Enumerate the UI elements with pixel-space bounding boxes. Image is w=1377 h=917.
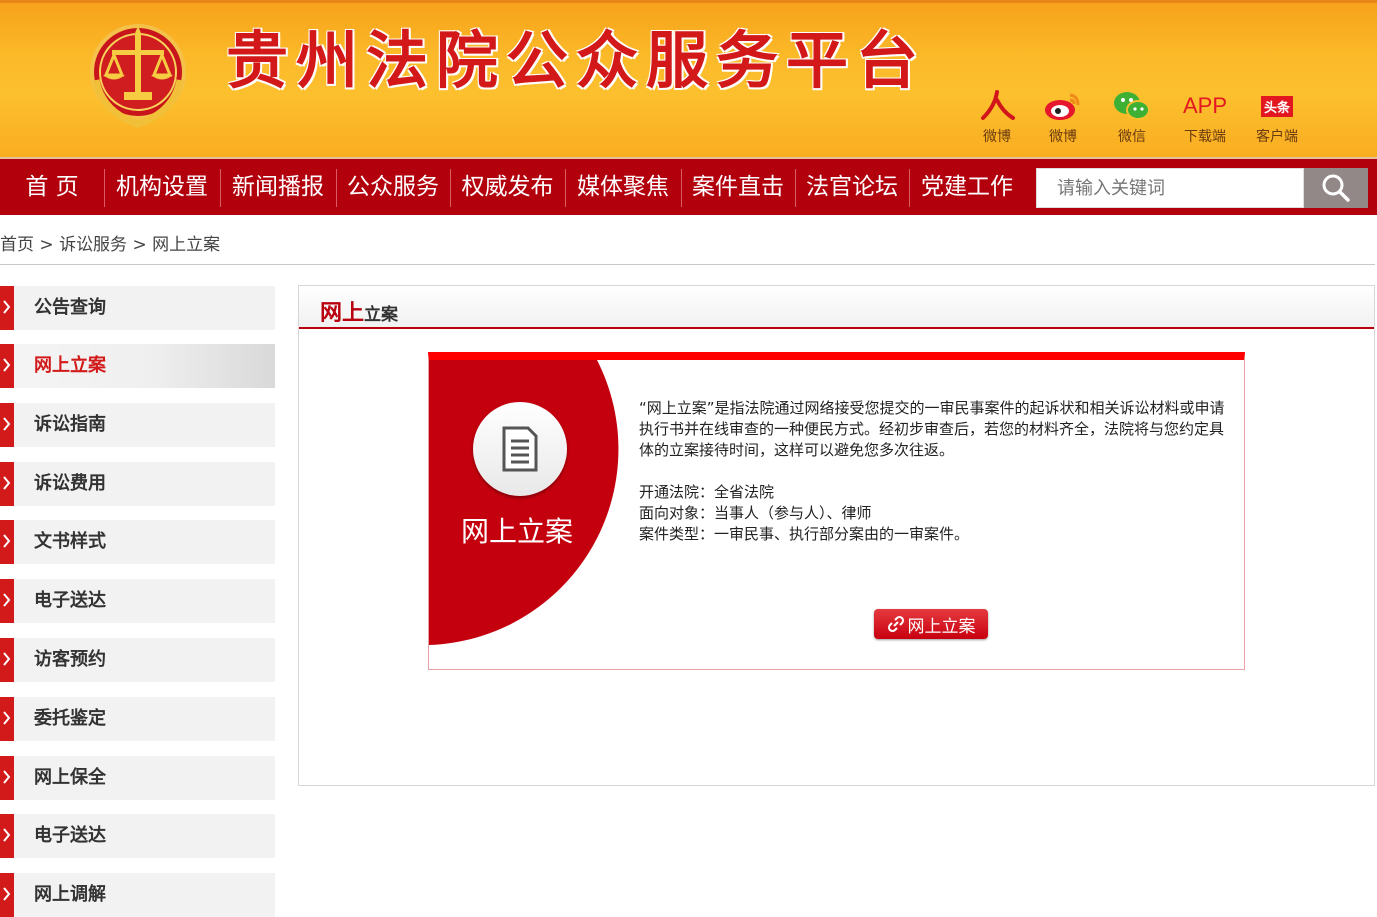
card-description: “网上立案”是指法院通过网络接受您提交的一审民事案件的起诉状和相关诉讼材料或申请…	[639, 398, 1229, 545]
panel-title: 网上立案	[320, 295, 398, 327]
card-audience: 面向对象：当事人（参与人）、律师	[639, 504, 872, 522]
nav-item-news[interactable]: 新闻播报	[221, 159, 335, 215]
card-intro: “网上立案”是指法院通过网络接受您提交的一审民事案件的起诉状和相关诉讼材料或申请…	[639, 399, 1225, 459]
chevron-right-icon	[3, 417, 11, 431]
renmin-weibo-link[interactable]: 微博	[977, 88, 1017, 146]
chevron-right-icon	[3, 887, 11, 901]
chevron-right-icon	[3, 358, 11, 372]
sidebar-item-announcements[interactable]: 公告查询	[0, 286, 275, 330]
card-label: 网上立案	[461, 515, 574, 548]
search-input[interactable]	[1037, 169, 1303, 207]
sidebar-item-online-mediation[interactable]: 网上调解	[0, 873, 275, 917]
chevron-right-icon	[3, 593, 11, 607]
renmin-weibo-icon	[977, 88, 1017, 124]
panel-header: 网上立案	[299, 286, 1374, 329]
app-icon: APP	[1183, 88, 1227, 124]
toutiao-link[interactable]: 头条 客户端	[1256, 88, 1298, 146]
chevron-right-icon	[3, 652, 11, 666]
header-top-line	[0, 0, 1377, 3]
nav-item-media[interactable]: 媒体聚焦	[566, 159, 680, 215]
renmin-weibo-label: 微博	[983, 129, 1011, 145]
search-box	[1036, 168, 1304, 208]
toutiao-icon-text: 头条	[1260, 95, 1293, 117]
breadcrumb: 首页 > 诉讼服务 > 网上立案	[0, 230, 220, 255]
sidebar-item-label: 公告查询	[34, 297, 106, 318]
wechat-icon	[1112, 88, 1152, 124]
sidebar-item-label: 文书样式	[34, 531, 106, 552]
nav-item-cases[interactable]: 案件直击	[682, 159, 794, 215]
site-header: 贵州法院公众服务平台 微博 微博 微信 APP 下载端 头条 客户端	[0, 0, 1377, 157]
search-icon	[1322, 174, 1350, 202]
app-download-label: 下载端	[1184, 129, 1227, 145]
sidebar-item-document-templates[interactable]: 文书样式	[0, 520, 275, 564]
main-nav: 首 页 机构设置 新闻播报 公众服务 权威发布 媒体聚焦 案件直击 法官论坛 党…	[0, 157, 1377, 215]
court-emblem-icon	[88, 20, 188, 132]
sidebar-item-entrusted-appraisal[interactable]: 委托鉴定	[0, 697, 275, 741]
sidebar-item-label: 访客预约	[34, 649, 106, 670]
sidebar-item-label: 诉讼费用	[34, 473, 106, 494]
breadcrumb-home[interactable]: 首页	[0, 235, 34, 255]
chevron-right-icon	[3, 476, 11, 490]
nav-item-party[interactable]: 党建工作	[910, 159, 1024, 215]
nav-item-forum[interactable]: 法官论坛	[796, 159, 908, 215]
toutiao-icon: 头条	[1260, 88, 1293, 124]
sidebar-item-label: 网上立案	[34, 355, 106, 376]
sidebar-item-label: 诉讼指南	[34, 414, 106, 435]
sina-weibo-icon	[1043, 88, 1083, 124]
sidebar-item-litigation-fees[interactable]: 诉讼费用	[0, 462, 275, 506]
sidebar-item-label: 电子送达	[34, 590, 106, 611]
online-filing-button-label: 网上立案	[907, 616, 976, 637]
app-download-link[interactable]: APP 下载端	[1183, 88, 1227, 146]
sidebar-item-label: 网上保全	[34, 767, 106, 788]
sidebar-item-visitor-appointment[interactable]: 访客预约	[0, 638, 275, 682]
wechat-label: 微信	[1118, 129, 1146, 145]
card-case-types: 案件类型：一审民事、执行部分案由的一审案件。	[639, 525, 970, 543]
sidebar-item-electronic-service[interactable]: 电子送达	[0, 579, 275, 623]
online-filing-button[interactable]: 网上立案	[874, 609, 988, 639]
chevron-right-icon	[3, 711, 11, 725]
app-icon-text: APP	[1183, 93, 1228, 118]
sidebar-item-online-filing[interactable]: 网上立案	[0, 344, 275, 388]
panel-title-major: 网上	[320, 301, 365, 326]
search-button[interactable]	[1304, 168, 1368, 208]
chevron-right-icon	[3, 300, 11, 314]
sidebar-item-label: 委托鉴定	[34, 708, 106, 729]
nav-item-releases[interactable]: 权威发布	[451, 159, 564, 215]
sidebar-item-online-preservation[interactable]: 网上保全	[0, 756, 275, 800]
link-icon	[887, 615, 904, 633]
panel-title-minor: 立案	[364, 305, 399, 325]
nav-item-home[interactable]: 首 页	[0, 159, 104, 215]
sidebar-item-litigation-guide[interactable]: 诉讼指南	[0, 403, 275, 447]
breadcrumb-separator: >	[39, 235, 54, 255]
breadcrumb-current: 网上立案	[152, 235, 221, 255]
document-icon	[473, 402, 567, 496]
sidebar-item-label: 电子送达	[34, 825, 106, 846]
sidebar-item-label: 网上调解	[34, 884, 106, 905]
sina-weibo-label: 微博	[1049, 129, 1077, 145]
card-court: 开通法院：全省法院	[639, 483, 775, 501]
nav-item-public-service[interactable]: 公众服务	[337, 159, 449, 215]
chevron-right-icon	[3, 828, 11, 842]
nav-item-organization[interactable]: 机构设置	[105, 159, 219, 215]
toutiao-label: 客户端	[1256, 129, 1298, 145]
breadcrumb-separator: >	[132, 235, 147, 255]
breadcrumb-litigation-service[interactable]: 诉讼服务	[59, 235, 127, 255]
chevron-right-icon	[3, 770, 11, 784]
breadcrumb-divider	[0, 264, 1375, 265]
sina-weibo-link[interactable]: 微博	[1043, 88, 1083, 146]
chevron-right-icon	[3, 534, 11, 548]
online-filing-card: 网上立案 “网上立案”是指法院通过网络接受您提交的一审民事案件的起诉状和相关诉讼…	[428, 352, 1245, 670]
site-title: 贵州法院公众服务平台	[226, 24, 927, 97]
sidebar-item-electronic-service-2[interactable]: 电子送达	[0, 814, 275, 858]
wechat-link[interactable]: 微信	[1112, 88, 1152, 146]
